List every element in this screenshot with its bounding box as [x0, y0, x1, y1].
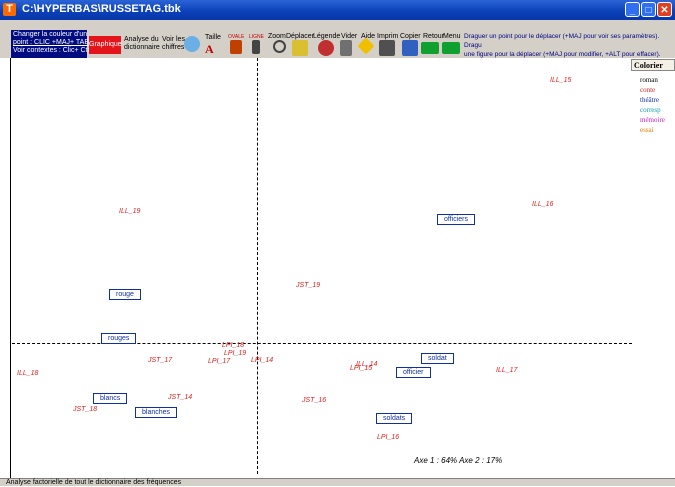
color-help-box: Changer la couleur d'un point : CLIC +MA…: [11, 30, 92, 58]
color-help-line-1: Changer la couleur d'un: [13, 31, 88, 38]
point-ill-18[interactable]: ILL_18: [17, 370, 38, 377]
print-icon[interactable]: [379, 40, 395, 56]
maximize-button[interactable]: □: [641, 2, 656, 17]
voir-chiffres-line-2: chiffres: [162, 44, 185, 51]
legend-icon[interactable]: [318, 40, 334, 56]
trash-icon[interactable]: [340, 40, 352, 56]
retour-label: Retour: [423, 33, 445, 40]
status-bar: Analyse factorielle de tout le dictionna…: [0, 478, 675, 486]
title-bar: T C:\HYPERBAS\RUSSETAG.tbk _ □ ✕: [0, 0, 675, 20]
point-ill-17[interactable]: ILL_17: [496, 367, 517, 374]
point-jst-14[interactable]: JST_14: [168, 394, 192, 401]
point-lpi-14[interactable]: LPI_14: [251, 357, 273, 364]
minimize-button[interactable]: _: [625, 2, 640, 17]
analyse-line-2: dictionnaire: [124, 44, 160, 51]
color-help-line-3: Voir contextes : Clic+ Ctrl: [13, 47, 92, 54]
help-line-2: une figure pour la déplacer (+MAJ pour m…: [464, 51, 661, 58]
oval-tool-icon[interactable]: [230, 40, 242, 54]
legend-item-conte[interactable]: conte: [640, 86, 655, 94]
word-officier[interactable]: officier: [396, 367, 431, 378]
legend-item-corresp[interactable]: corresp: [640, 106, 661, 114]
legend-item-essai[interactable]: essai: [640, 126, 654, 134]
point-ill-19[interactable]: ILL_19: [119, 208, 140, 215]
return-arrow-icon[interactable]: [421, 42, 439, 54]
word-soldats[interactable]: soldats: [376, 413, 413, 424]
point-jst-19[interactable]: JST_19: [296, 282, 320, 289]
axis-info: Axe 1 : 64% Axe 2 : 17%: [414, 456, 503, 465]
taille-label: Taille: [205, 34, 221, 41]
color-help-line-2: point : CLIC +MAJ+ TAB: [13, 39, 89, 46]
analyse-line-1: Analyse du: [124, 36, 159, 43]
legend-item-roman[interactable]: roman: [640, 76, 658, 84]
colorier-button[interactable]: Colorier: [631, 59, 675, 71]
point-lpi-16[interactable]: LPI_16: [377, 434, 399, 441]
point-jst-16[interactable]: JST_16: [302, 397, 326, 404]
voir-chiffres-line-1: Voir les: [162, 36, 185, 43]
analyse-button[interactable]: Analyse du dictionnaire: [124, 36, 160, 52]
vertical-axis: [257, 58, 258, 474]
left-rule: [10, 58, 11, 478]
zoom-icon[interactable]: [273, 40, 286, 53]
point-ill-15[interactable]: ILL_15: [550, 77, 571, 84]
line-tool-icon[interactable]: [252, 40, 260, 54]
font-size-icon[interactable]: A: [205, 42, 214, 57]
point-jst-18[interactable]: JST_18: [73, 406, 97, 413]
point-lpi-19[interactable]: LPI_19: [224, 350, 246, 357]
point-jst-17[interactable]: JST_17: [148, 357, 172, 364]
close-button[interactable]: ✕: [657, 2, 672, 17]
word-blancs[interactable]: blancs: [93, 393, 128, 404]
point-lpi-17[interactable]: LPI_17: [208, 358, 230, 365]
point-ill-16[interactable]: ILL_16: [532, 201, 553, 208]
menu-arrow-icon[interactable]: [442, 42, 460, 54]
point-lpi-18[interactable]: LPI_18: [222, 342, 244, 349]
help-text: Draguer un point pour le déplacer (+MAJ …: [464, 32, 674, 59]
copy-icon[interactable]: [402, 40, 418, 56]
menu-label: Menu: [443, 33, 461, 40]
word-officiers[interactable]: officiers: [437, 214, 475, 225]
info-icon[interactable]: [184, 36, 200, 52]
word-rouges[interactable]: rouges: [101, 333, 137, 344]
move-icon[interactable]: [292, 40, 308, 56]
point-lpi-15[interactable]: LPI_15: [350, 365, 372, 372]
word-blanches[interactable]: blanches: [135, 407, 178, 418]
app-icon: T: [3, 3, 16, 16]
word-rouge[interactable]: rouge: [109, 289, 141, 300]
window-title: C:\HYPERBAS\RUSSETAG.tbk: [22, 3, 181, 15]
help-line-1: Draguer un point pour le déplacer (+MAJ …: [464, 33, 660, 49]
legend-item-theatre[interactable]: théâtre: [640, 96, 659, 104]
voir-chiffres-button[interactable]: Voir les chiffres: [162, 36, 185, 52]
word-soldat[interactable]: soldat: [421, 353, 454, 364]
legend-item-memoire[interactable]: mémoire: [640, 116, 665, 124]
graphique-button[interactable]: Graphique: [89, 36, 122, 54]
